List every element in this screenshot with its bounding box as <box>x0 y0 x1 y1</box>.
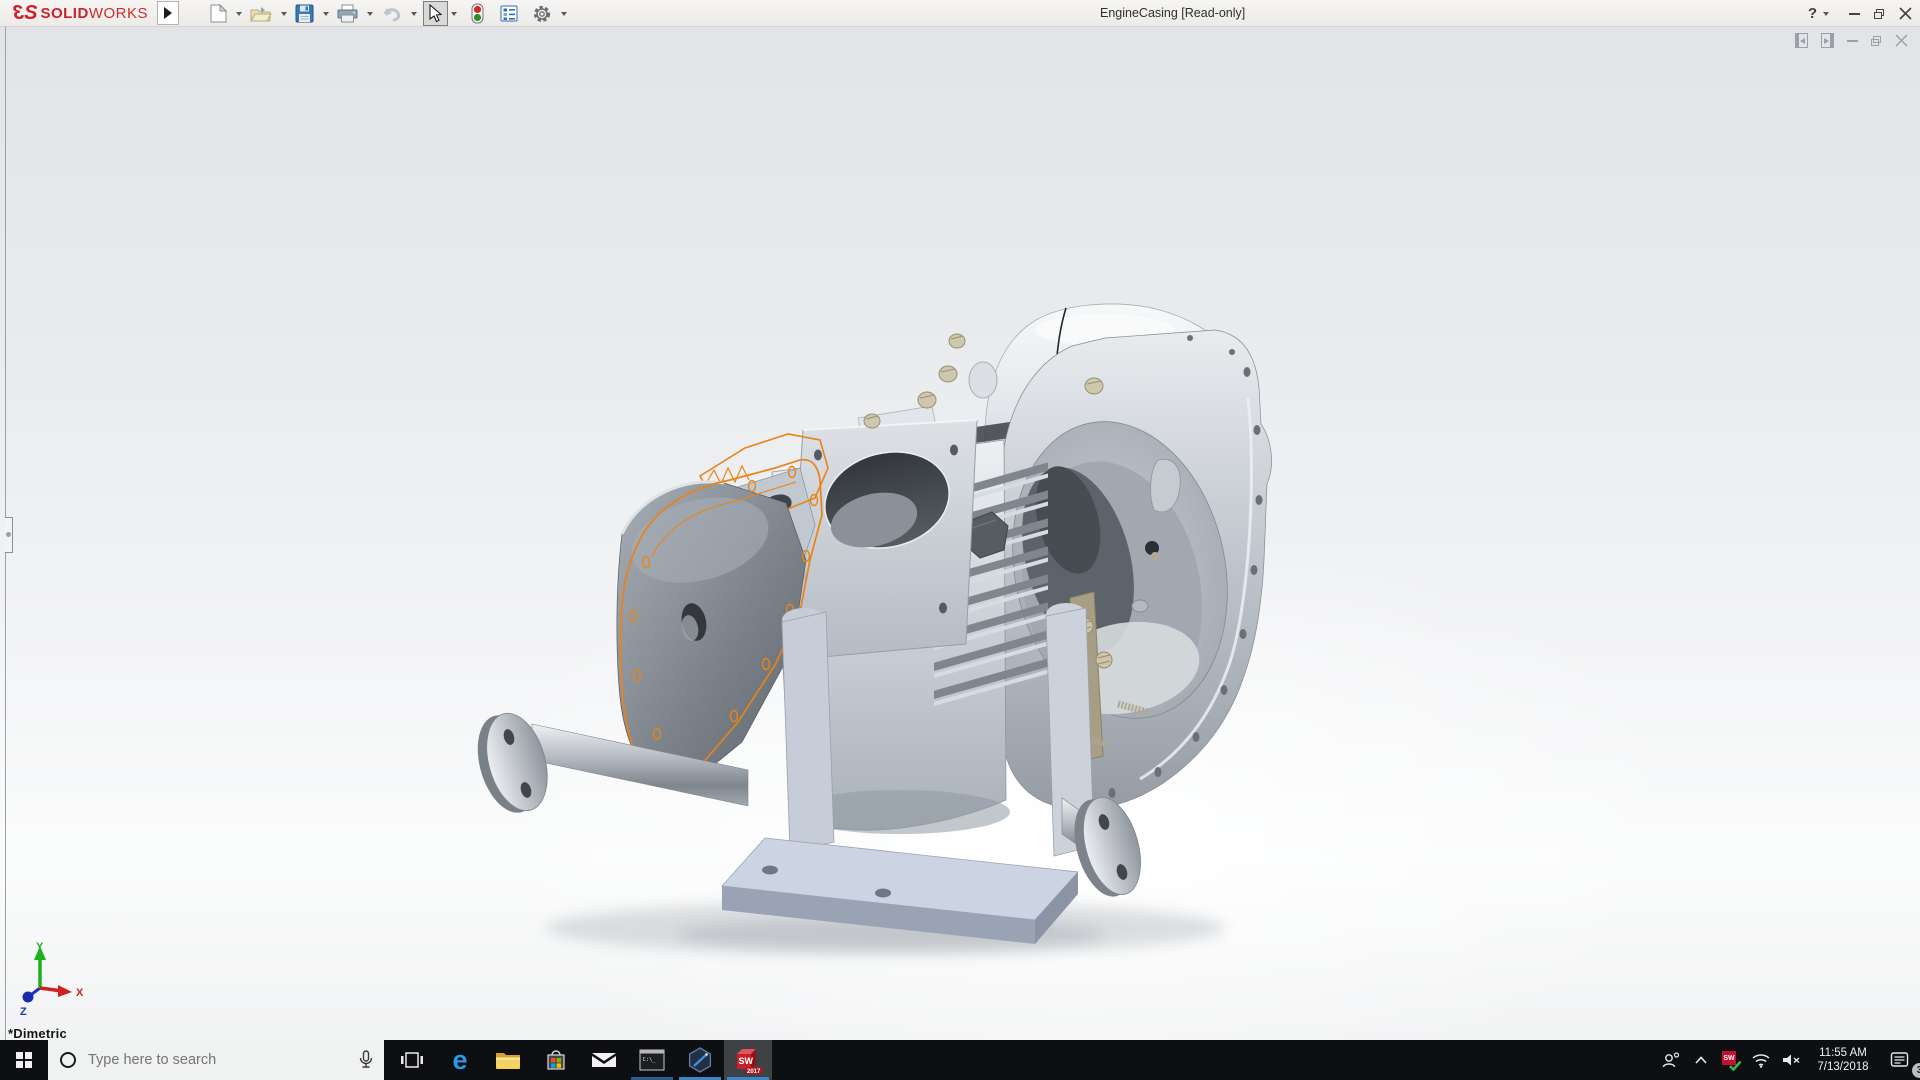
print-icon <box>337 4 358 23</box>
save-button[interactable] <box>293 2 316 25</box>
undo-icon <box>383 7 401 21</box>
file-properties-icon <box>500 5 518 22</box>
minimize-button[interactable] <box>1849 12 1860 15</box>
dropdown-caret-icon[interactable] <box>281 11 287 16</box>
window-controls: ? <box>1794 0 1912 27</box>
dropdown-caret-icon[interactable] <box>323 11 329 16</box>
tray-date: 7/13/2018 <box>1817 1061 1869 1073</box>
minimize-icon <box>1849 12 1860 15</box>
flyout-arrow-icon <box>164 7 172 19</box>
dropdown-caret-icon[interactable] <box>451 11 457 16</box>
dropdown-caret-icon[interactable] <box>561 11 567 16</box>
view-orientation-label: *Dimetric <box>8 1026 67 1041</box>
solidworks-check-icon: SW <box>1722 1051 1742 1071</box>
open-button[interactable] <box>248 3 274 25</box>
start-button[interactable] <box>0 1040 48 1080</box>
windows-logo-icon <box>16 1052 32 1068</box>
people-icon <box>1662 1052 1680 1068</box>
select-cursor-icon <box>429 4 443 23</box>
restore-icon <box>1874 8 1885 19</box>
store-icon <box>547 1050 565 1070</box>
sw-icon-year: 2017 <box>747 1069 761 1075</box>
solidworks-logo: 3S SOLIDWORKS <box>14 2 148 25</box>
engine-casing-model <box>477 303 1272 955</box>
file-explorer-icon <box>496 1053 520 1069</box>
triad-y-label: Y <box>36 941 44 953</box>
command-prompt-icon: C:\_ <box>639 1049 665 1071</box>
mail-icon <box>592 1053 616 1067</box>
mail-button[interactable] <box>580 1040 628 1080</box>
clock[interactable]: 11:55 AM 7/13/2018 <box>1810 1046 1876 1074</box>
dropdown-caret-icon[interactable] <box>411 11 417 16</box>
edge-icon: e <box>452 1044 468 1075</box>
triad-x-label: X <box>76 987 84 999</box>
graphics-viewport[interactable]: Z Y X *Dimetric <box>0 27 1920 1041</box>
close-icon <box>1899 7 1912 20</box>
task-view-icon <box>401 1052 423 1068</box>
help-button[interactable]: ? <box>1808 5 1817 22</box>
system-tray: SW 11:55 AM 7/13/2018 3 <box>1656 1040 1920 1080</box>
rebuild-button[interactable] <box>469 1 486 26</box>
volume-muted-icon <box>1783 1054 1800 1066</box>
notification-badge: 3 <box>1912 1063 1920 1078</box>
wifi-icon <box>1752 1054 1770 1068</box>
store-button[interactable] <box>532 1040 580 1080</box>
quick-access-toolbar <box>208 0 573 27</box>
cmd-prompt-text: C:\_ <box>643 1057 657 1063</box>
wifi-button[interactable] <box>1746 1040 1776 1080</box>
new-document-button[interactable] <box>208 2 229 25</box>
dassault-logo-icon: 3S <box>14 2 37 24</box>
solidworks-wordmark: SOLIDWORKS <box>40 5 148 22</box>
rebuild-traffic-light-icon <box>471 3 484 24</box>
options-button[interactable] <box>530 2 554 26</box>
select-tool-button[interactable] <box>423 1 448 26</box>
taskbar-search[interactable] <box>48 1040 384 1080</box>
solidworks-app-button[interactable]: SW 2017 <box>724 1040 772 1080</box>
volume-button[interactable] <box>1776 1040 1806 1080</box>
3d-app-hexagon-icon <box>688 1047 712 1073</box>
open-folder-icon <box>250 6 272 21</box>
chevron-up-icon <box>1695 1056 1707 1064</box>
dropdown-caret-icon[interactable] <box>367 11 373 16</box>
title-bar: 3S SOLIDWORKS EngineCasing [Read-only] ? <box>0 0 1920 27</box>
edge-button[interactable]: e <box>436 1040 484 1080</box>
document-title: EngineCasing [Read-only] <box>1100 6 1246 20</box>
file-explorer-button[interactable] <box>484 1040 532 1080</box>
action-center-button[interactable]: 3 <box>1880 1040 1920 1080</box>
orientation-triad[interactable]: Z Y X <box>0 940 110 1040</box>
gear-icon <box>533 5 551 22</box>
save-floppy-icon <box>295 4 314 23</box>
print-button[interactable] <box>335 2 360 25</box>
file-properties-button[interactable] <box>498 3 520 24</box>
hidden-icons-button[interactable] <box>1686 1040 1716 1080</box>
new-document-icon <box>210 4 227 23</box>
restore-button[interactable] <box>1874 8 1885 19</box>
dropdown-caret-icon[interactable] <box>236 11 242 16</box>
microphone-icon[interactable] <box>358 1050 374 1070</box>
action-center-icon <box>1890 1052 1909 1067</box>
windows-taskbar: e <box>0 1040 1920 1080</box>
tray-time: 11:55 AM <box>1819 1047 1867 1059</box>
taskbar-apps: e C:\_ SW 2017 <box>388 1040 772 1080</box>
sw-icon-label: SW <box>739 1056 754 1066</box>
command-prompt-button[interactable]: C:\_ <box>628 1040 676 1080</box>
solidworks-monitor-button[interactable]: SW <box>1716 1040 1746 1080</box>
triad-z-label: Z <box>20 1006 27 1018</box>
3d-app-button[interactable] <box>676 1040 724 1080</box>
cortana-icon <box>60 1052 76 1068</box>
close-button[interactable] <box>1899 7 1912 20</box>
undo-button[interactable] <box>379 3 404 25</box>
people-button[interactable] <box>1656 1040 1686 1080</box>
solidworks-app-icon: SW 2017 <box>737 1049 762 1075</box>
task-view-button[interactable] <box>388 1040 436 1080</box>
search-input[interactable] <box>86 1051 326 1069</box>
help-caret-icon[interactable] <box>1823 11 1829 16</box>
menu-flyout-button[interactable] <box>157 1 179 25</box>
